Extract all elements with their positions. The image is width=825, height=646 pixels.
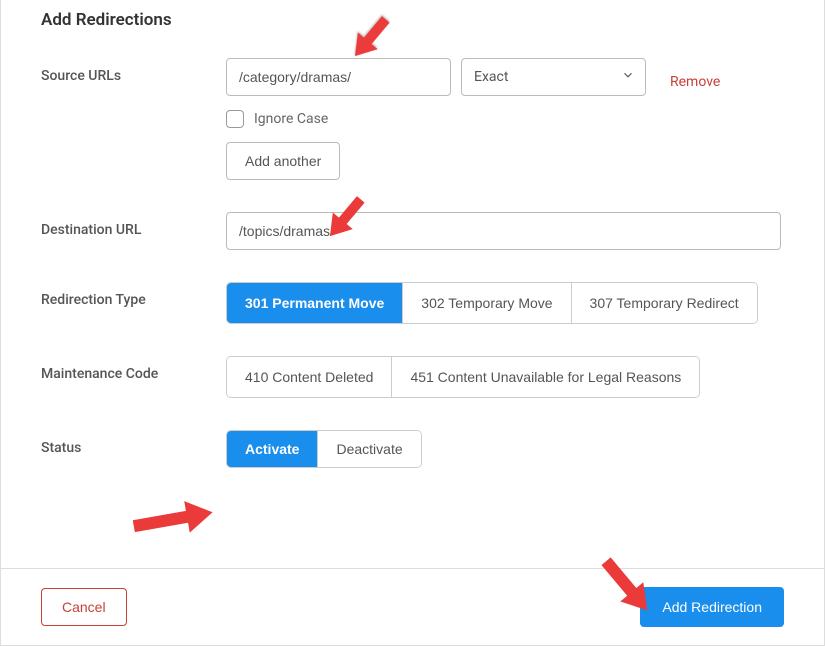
redirect-302-button[interactable]: 302 Temporary Move [403, 283, 571, 323]
status-group: Activate Deactivate [226, 430, 422, 468]
destination-url-input[interactable] [226, 212, 781, 250]
add-redirection-button[interactable]: Add Redirection [640, 587, 784, 627]
source-url-input[interactable] [226, 58, 451, 96]
status-label: Status [41, 430, 226, 456]
maintenance-410-button[interactable]: 410 Content Deleted [227, 357, 392, 397]
match-type-select[interactable]: Exact [461, 58, 646, 96]
redirect-301-button[interactable]: 301 Permanent Move [227, 283, 403, 323]
maintenance-451-button[interactable]: 451 Content Unavailable for Legal Reason… [392, 357, 699, 397]
ignore-case-checkbox[interactable] [226, 110, 244, 128]
maintenance-code-group: 410 Content Deleted 451 Content Unavaila… [226, 356, 700, 398]
match-type-value: Exact [474, 69, 508, 85]
page-title: Add Redirections [41, 10, 784, 30]
destination-url-label: Destination URL [41, 212, 226, 238]
activate-button[interactable]: Activate [227, 431, 318, 467]
ignore-case-label: Ignore Case [254, 111, 328, 127]
remove-link[interactable]: Remove [670, 64, 720, 90]
redirection-type-label: Redirection Type [41, 282, 226, 308]
footer: Cancel Add Redirection [1, 568, 824, 645]
cancel-button[interactable]: Cancel [41, 588, 127, 626]
deactivate-button[interactable]: Deactivate [318, 431, 420, 467]
redirection-type-group: 301 Permanent Move 302 Temporary Move 30… [226, 282, 758, 324]
source-urls-label: Source URLs [41, 58, 226, 84]
redirect-307-button[interactable]: 307 Temporary Redirect [572, 283, 757, 323]
add-another-button[interactable]: Add another [226, 142, 340, 180]
maintenance-code-label: Maintenance Code [41, 356, 226, 382]
arrow-annotation-icon [116, 490, 226, 545]
chevron-down-icon [621, 68, 635, 86]
